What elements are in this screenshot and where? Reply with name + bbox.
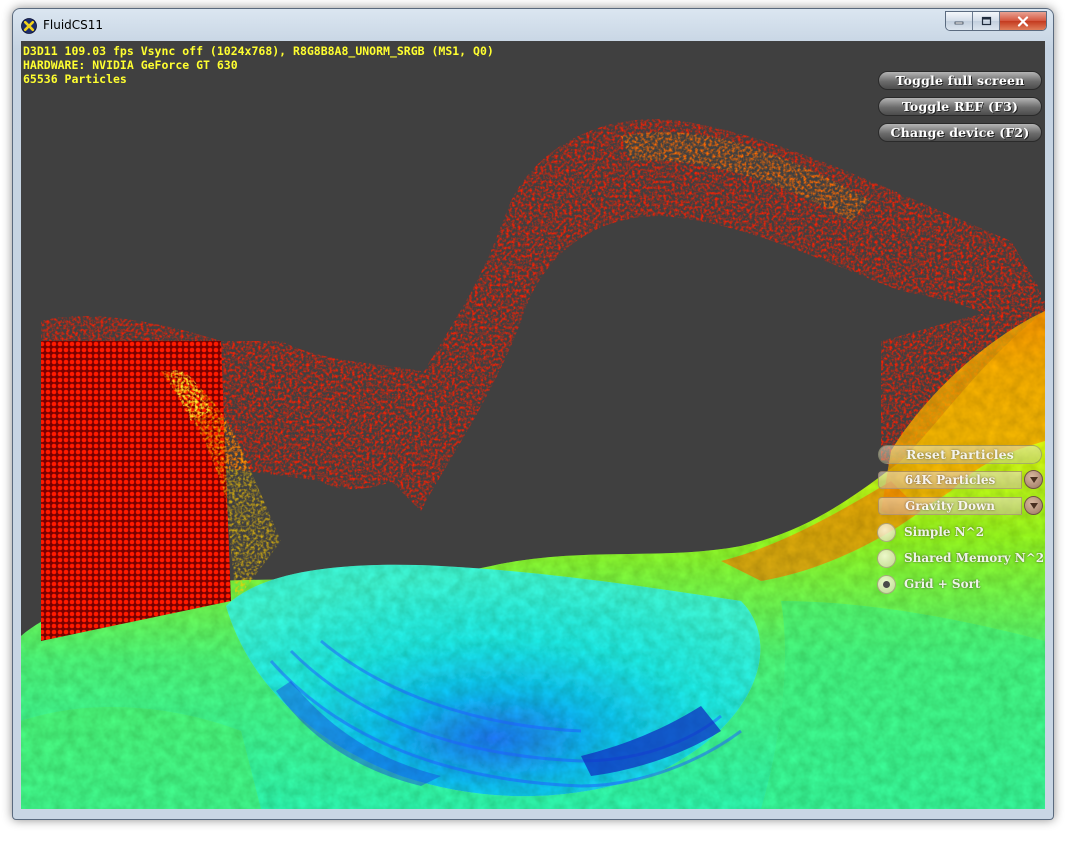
toggle-ref-button[interactable]: Toggle REF (F3) — [878, 97, 1042, 116]
minimize-icon — [954, 21, 964, 25]
toggle-fullscreen-button[interactable]: Toggle full screen — [878, 71, 1042, 90]
close-icon — [1017, 15, 1029, 27]
particle-count-dropdown-button[interactable] — [1024, 470, 1043, 489]
reset-particles-button[interactable]: Reset Particles — [878, 445, 1042, 464]
gravity-combo[interactable]: Gravity Down — [878, 497, 1022, 515]
radio-simple-n2[interactable]: Simple N^2 — [877, 522, 984, 542]
chevron-down-icon — [1029, 502, 1038, 509]
radio-shared-memory-n2[interactable]: Shared Memory N^2 — [877, 548, 1044, 568]
app-icon — [21, 18, 37, 34]
radio-button[interactable] — [877, 548, 896, 568]
minimize-button[interactable] — [946, 12, 973, 30]
close-button[interactable] — [1000, 12, 1046, 30]
radio-label: Shared Memory N^2 — [904, 551, 1045, 565]
stats-fps-line: D3D11 109.03 fps Vsync off (1024x768), R… — [23, 44, 494, 58]
radio-label: Grid + Sort — [904, 577, 981, 591]
gravity-dropdown-button[interactable] — [1024, 496, 1043, 515]
change-device-button[interactable]: Change device (F2) — [878, 123, 1042, 142]
particle-count-combo[interactable]: 64K Particles — [878, 471, 1022, 489]
maximize-icon — [981, 16, 991, 26]
maximize-button[interactable] — [973, 12, 1000, 30]
window-title: FluidCS11 — [43, 18, 104, 32]
stats-particles-line: 65536 Particles — [23, 72, 127, 86]
title-bar[interactable]: FluidCS11 — [13, 9, 1053, 41]
stats-overlay: D3D11 109.03 fps Vsync off (1024x768), R… — [23, 44, 494, 86]
radio-selected-dot — [883, 580, 890, 588]
stats-hardware-line: HARDWARE: NVIDIA GeForce GT 630 — [23, 58, 238, 72]
radio-label: Simple N^2 — [904, 525, 985, 539]
chevron-down-icon — [1029, 476, 1038, 483]
radio-button-selected[interactable] — [877, 574, 896, 594]
radio-button[interactable] — [877, 522, 896, 542]
window-controls — [945, 11, 1047, 31]
app-window: FluidCS11 D3D11 109.03 fps Vsync off (10… — [12, 8, 1054, 820]
render-viewport[interactable]: D3D11 109.03 fps Vsync off (1024x768), R… — [21, 41, 1045, 809]
radio-grid-sort[interactable]: Grid + Sort — [877, 574, 980, 594]
fluid-particle-render — [21, 41, 1045, 809]
